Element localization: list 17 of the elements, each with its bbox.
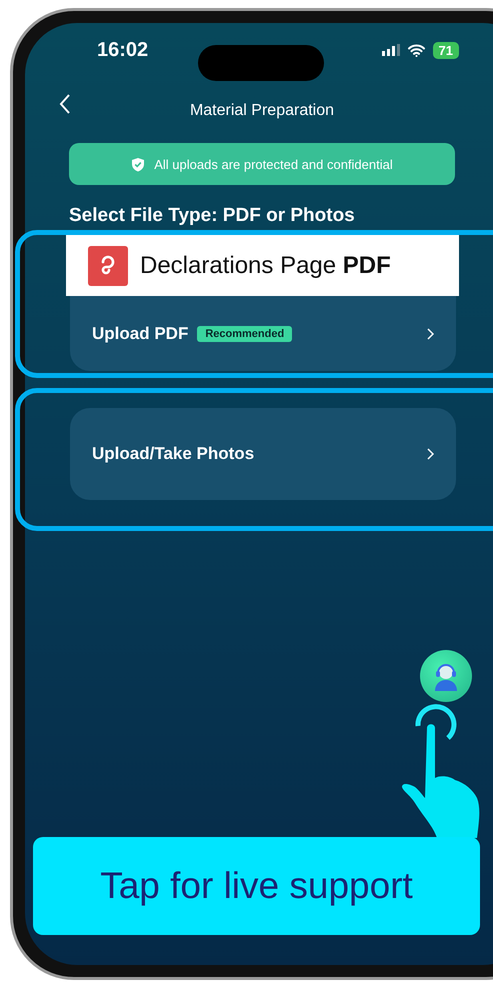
battery-level: 71: [432, 42, 459, 58]
banner-text: Tap for live support: [100, 865, 413, 907]
signal-icon: [382, 44, 400, 56]
shield-check-icon: [131, 156, 146, 172]
back-icon[interactable]: [59, 93, 71, 115]
callout-text: Declarations Page PDF: [140, 252, 391, 280]
page-title: Material Preparation: [190, 101, 334, 120]
notice-text: All uploads are protected and confidential: [154, 156, 393, 172]
upload-option[interactable]: Upload/Take Photos: [70, 408, 456, 500]
chevron-icon: [427, 328, 434, 340]
upload-option[interactable]: Upload PDF Recommended: [70, 296, 456, 371]
wifi-icon: [408, 44, 425, 56]
section-heading: Select File Type: PDF or Photos: [69, 205, 356, 227]
pdf-file-icon: [88, 246, 128, 286]
status-time: 16:02: [97, 38, 148, 62]
recommended-badge: Recommended: [197, 326, 292, 342]
chevron-icon: [427, 448, 434, 460]
